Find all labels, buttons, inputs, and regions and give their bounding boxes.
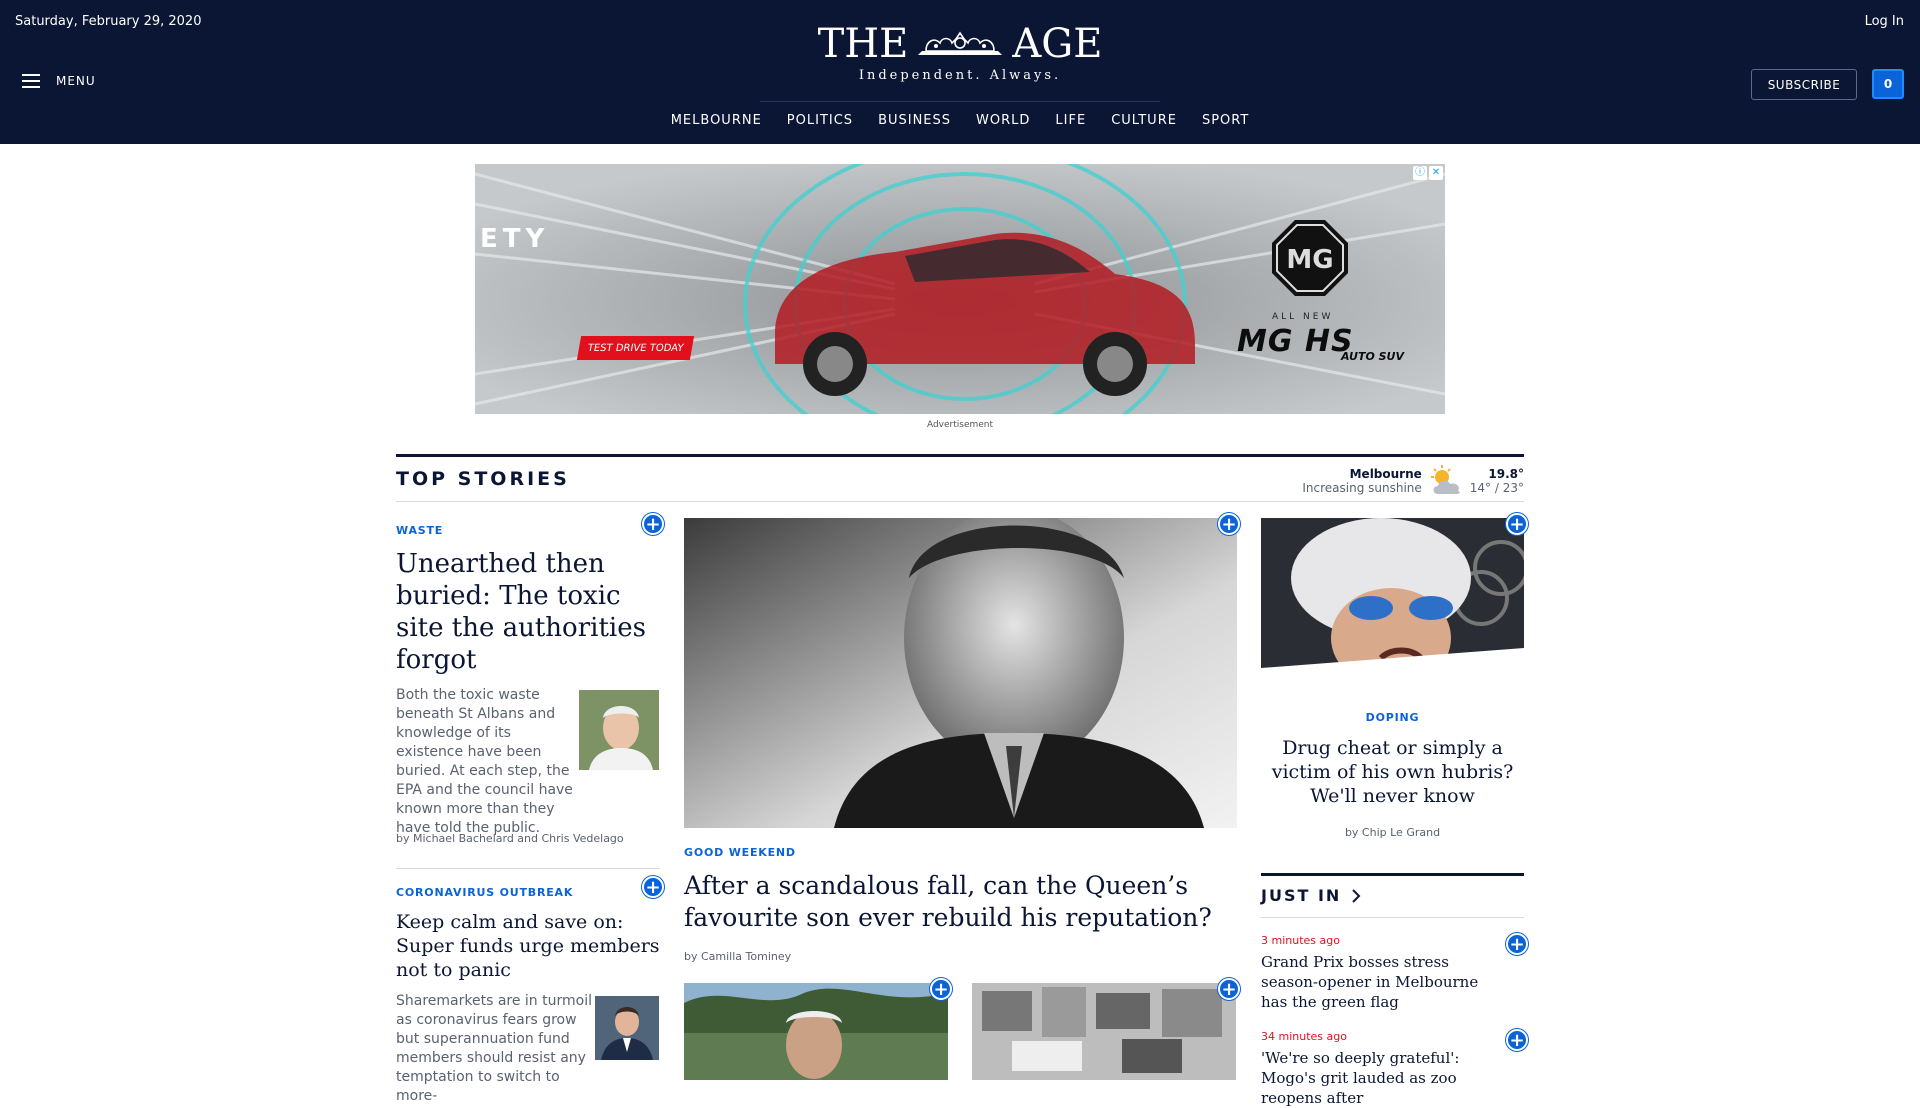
ad-partial-text: ETY xyxy=(480,224,550,254)
top-stories-title: TOP STORIES xyxy=(396,468,570,490)
partly-sunny-icon xyxy=(1430,465,1460,494)
just-in-time: 3 minutes ago xyxy=(1261,934,1340,947)
section-divider xyxy=(396,501,1524,502)
lead-byline[interactable]: by Camilla Tominey xyxy=(684,950,791,963)
save-story-button[interactable]: + xyxy=(1506,513,1528,535)
menu-label: MENU xyxy=(56,74,96,88)
ad-controls: ⓘ ✕ xyxy=(1413,166,1443,180)
just-in-headline[interactable]: Grand Prix bosses stress season-opener i… xyxy=(1261,952,1501,1012)
menu-button[interactable]: MENU xyxy=(22,74,96,88)
svg-text:MG: MG xyxy=(1286,245,1333,275)
notification-count[interactable]: 0 xyxy=(1872,69,1904,99)
advertisement-banner[interactable]: ETY TEST DRIVE TODAY MG ALL NEW MG HS AU… xyxy=(475,164,1445,414)
story-divider xyxy=(396,868,660,869)
story-thumbnail-golfer[interactable] xyxy=(684,983,948,1080)
nav-politics[interactable]: POLITICS xyxy=(787,113,853,128)
just-in-divider xyxy=(1261,917,1524,918)
subscribe-button[interactable]: SUBSCRIBE xyxy=(1751,69,1857,100)
nav-divider xyxy=(760,101,1160,102)
doping-byline[interactable]: by Chip Le Grand xyxy=(1261,826,1524,839)
masthead: Saturday, February 29, 2020 Log In MENU … xyxy=(0,0,1920,144)
weather-city: Melbourne xyxy=(1349,467,1422,481)
story-thumbnail-photos[interactable] xyxy=(972,983,1236,1080)
save-story-button[interactable]: + xyxy=(642,513,664,535)
nav-life[interactable]: LIFE xyxy=(1055,113,1086,128)
chevron-right-icon xyxy=(1352,888,1361,903)
just-in-title: JUST IN xyxy=(1261,886,1342,905)
doping-story-image[interactable] xyxy=(1261,518,1524,692)
main-nav: MELBOURNE POLITICS BUSINESS WORLD LIFE C… xyxy=(671,113,1250,128)
weather-range: 14° / 23° xyxy=(1469,481,1524,495)
just-in-headline[interactable]: 'We're so deeply grateful': Mogo's grit … xyxy=(1261,1048,1501,1108)
save-story-button[interactable]: + xyxy=(642,876,664,898)
just-in-rule xyxy=(1261,873,1524,876)
ad-test-drive-button[interactable]: TEST DRIVE TODAY xyxy=(576,336,695,360)
save-story-button[interactable]: + xyxy=(1506,1029,1528,1051)
waste-summary: Both the toxic waste beneath St Albans a… xyxy=(396,687,573,836)
section-rule xyxy=(396,454,1524,457)
login-link[interactable]: Log In xyxy=(1865,14,1904,29)
lead-story-image[interactable] xyxy=(684,518,1237,828)
corona-summary: Sharemarkets are in turmoil as coronavir… xyxy=(396,993,592,1104)
waste-kicker[interactable]: WASTE xyxy=(396,524,443,537)
info-icon[interactable]: ⓘ xyxy=(1413,166,1427,180)
doping-kicker[interactable]: DOPING xyxy=(1261,711,1524,724)
nav-sport[interactable]: SPORT xyxy=(1202,113,1249,128)
hamburger-icon xyxy=(22,74,40,88)
waste-thumbnail[interactable] xyxy=(579,690,659,770)
logo-text-right: AGE xyxy=(1012,21,1103,67)
close-icon[interactable]: ✕ xyxy=(1429,166,1443,180)
corona-thumbnail[interactable] xyxy=(595,996,659,1060)
ad-model-name: MG HS xyxy=(1237,324,1354,359)
corona-headline[interactable]: Keep calm and save on: Super funds urge … xyxy=(396,910,666,982)
logo-tagline: Independent. Always. xyxy=(858,68,1062,83)
save-story-button[interactable]: + xyxy=(1506,933,1528,955)
corona-kicker[interactable]: CORONAVIRUS OUTBREAK xyxy=(396,886,573,899)
lead-headline[interactable]: After a scandalous fall, can the Queen’s… xyxy=(684,870,1237,934)
save-story-button[interactable]: + xyxy=(930,978,952,1000)
nav-melbourne[interactable]: MELBOURNE xyxy=(671,113,762,128)
weather-temperature: 19.8° xyxy=(1488,467,1524,481)
logo-text-left: THE xyxy=(817,21,909,67)
just-in-time: 34 minutes ago xyxy=(1261,1030,1347,1043)
ad-model-suffix: AUTO SUV xyxy=(1341,350,1405,363)
save-story-button[interactable]: + xyxy=(1218,513,1240,535)
site-logo[interactable]: THE AGE Independent. Always. xyxy=(790,22,1130,83)
mg-logo-icon: MG xyxy=(1272,220,1348,296)
ad-all-new-text: ALL NEW xyxy=(1272,312,1334,322)
weather-widget[interactable]: Melbourne Increasing sunshine 19.8° 14° … xyxy=(1302,464,1524,498)
doping-headline[interactable]: Drug cheat or simply a victim of his own… xyxy=(1271,736,1514,808)
nav-world[interactable]: WORLD xyxy=(976,113,1030,128)
advertisement-label: Advertisement xyxy=(926,420,994,430)
current-date: Saturday, February 29, 2020 xyxy=(15,14,202,29)
weather-description: Increasing sunshine xyxy=(1302,481,1422,495)
just-in-link[interactable]: JUST IN xyxy=(1261,886,1361,905)
crest-icon xyxy=(918,31,1003,55)
nav-culture[interactable]: CULTURE xyxy=(1111,113,1177,128)
waste-headline[interactable]: Unearthed then buried: The toxic site th… xyxy=(396,548,666,676)
save-story-button[interactable]: + xyxy=(1218,978,1240,1000)
nav-business[interactable]: BUSINESS xyxy=(878,113,951,128)
waste-byline[interactable]: by Michael Bachelard and Chris Vedelago xyxy=(396,832,624,845)
lead-kicker[interactable]: GOOD WEEKEND xyxy=(684,846,796,859)
